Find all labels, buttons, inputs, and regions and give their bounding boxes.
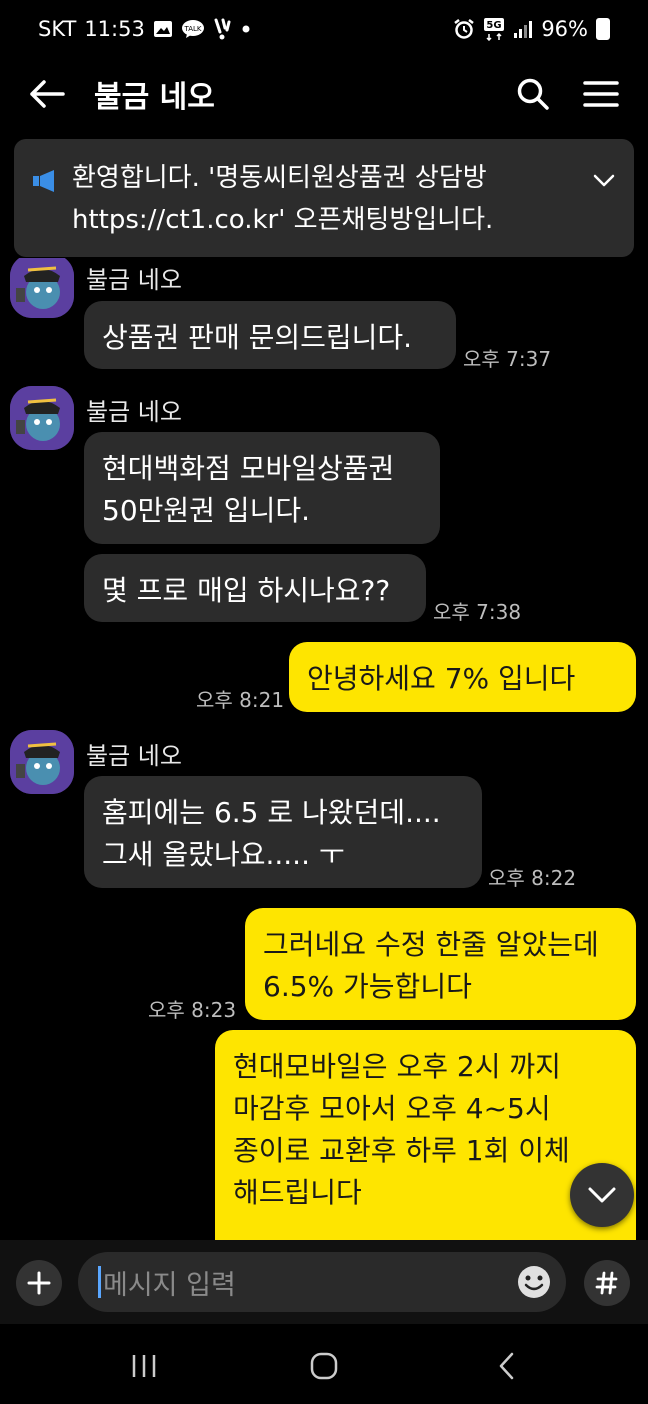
message-text-line: 현대백화점 모바일상품권 [102,452,395,485]
message-bubble[interactable]: 상품권 판매 문의드립니다. [84,301,456,369]
battery-percent: 96% [541,17,588,41]
battery-icon [596,18,610,40]
message-text-line: 해드립니다 [233,1176,362,1209]
chevron-down-icon [593,174,615,187]
talk-notification-icon: TALK [181,19,205,39]
recent-apps-icon [132,1355,156,1377]
recent-apps-button[interactable] [114,1344,174,1388]
notification-icon [213,18,233,40]
home-button[interactable] [294,1344,354,1388]
nav-back-button[interactable] [476,1344,536,1388]
message-bubble[interactable]: 홈피에는 6.5 로 나왔던데.... 그새 올랐나요..... ㅜ [84,776,482,888]
message-text-line: 홈피에는 6.5 로 나왔던데.... [102,796,441,829]
message-text-line: 6.5% 가능합니다 [263,970,472,1003]
notice-text-line1: 환영합니다. '명동씨티원상품권 상담방 [72,163,487,193]
message-time: 오후 7:38 [433,600,522,624]
arrow-left-icon [30,80,65,108]
emoji-icon [518,1266,550,1298]
scroll-to-bottom-button[interactable] [570,1163,634,1227]
menu-button[interactable] [574,67,628,121]
chevron-down-icon [588,1187,616,1203]
search-icon [517,78,549,110]
message-time: 오후 8:22 [488,866,577,890]
home-icon [310,1352,338,1380]
dot-icon [241,24,251,34]
expand-notice-button[interactable] [592,163,616,205]
message-list[interactable]: 불금 네오 상품권 판매 문의드립니다. 오후 7:37 불금 네오 현대백화점… [0,258,648,1240]
message-bubble[interactable]: 그러네요 수정 한줄 알았는데 6.5% 가능합니다 [245,908,636,1020]
message-input-placeholder: 메시지 입력 [103,1269,236,1301]
svg-text:5G: 5G [487,20,502,31]
hashtag-icon [595,1271,618,1295]
back-chevron-icon [499,1352,514,1380]
carrier-label: SKT [38,17,77,41]
emoji-button[interactable] [516,1264,552,1300]
text-cursor [98,1266,101,1298]
gallery-icon [153,20,173,38]
message-bubble[interactable]: 안녕하세요 7% 입니다 [289,642,636,712]
signal-icon [513,19,533,39]
chat-room-title: 불금 네오 [94,80,215,115]
message-time: 오후 8:21 [196,688,285,712]
megaphone-icon [32,165,58,207]
message-text-line: 그러네요 수정 한줄 알았는데 [263,928,599,961]
system-nav-bar [0,1324,648,1404]
message-text-line: 그새 올랐나요..... ㅜ [102,838,345,871]
network-5g-icon: 5G [483,17,505,41]
status-bar: SKT 11:53 TALK 5G 96% [0,0,648,58]
message-time: 오후 7:37 [463,347,552,371]
message-composer: 메시지 입력 [0,1240,648,1324]
menu-icon [583,81,619,107]
message-text-line: 현대모바일은 오후 2시 까지 [233,1050,561,1083]
svg-text:TALK: TALK [183,25,201,33]
notice-banner[interactable]: 환영합니다. '명동씨티원상품권 상담방 https://ct1.co.kr' … [14,139,634,257]
alarm-icon [453,18,475,40]
message-text-line: 마감후 모아서 오후 4~5시 [233,1092,551,1125]
message-text-line: 종이로 교환후 하루 1회 이체 [233,1134,570,1167]
avatar[interactable] [10,386,74,450]
notice-text-line2: https://ct1.co.kr' 오픈채팅방입니다. [72,205,494,235]
sender-name: 불금 네오 [86,266,182,294]
attach-button[interactable] [16,1260,62,1306]
clock-label: 11:53 [84,17,145,41]
sender-name: 불금 네오 [86,742,182,770]
hashtag-button[interactable] [584,1260,630,1306]
chat-header: 불금 네오 [0,58,648,130]
search-button[interactable] [506,67,560,121]
message-bubble[interactable]: 몇 프로 매입 하시나요?? [84,554,426,622]
plus-icon [27,1271,51,1295]
message-text-line: 50만원권 입니다. [102,494,310,527]
message-input[interactable]: 메시지 입력 [78,1252,566,1312]
message-bubble[interactable]: 현대백화점 모바일상품권 50만원권 입니다. [84,432,440,544]
sender-name: 불금 네오 [86,398,182,426]
avatar[interactable] [10,730,74,794]
message-time: 오후 8:23 [148,998,237,1022]
avatar[interactable] [10,258,74,318]
back-button[interactable] [20,67,74,121]
